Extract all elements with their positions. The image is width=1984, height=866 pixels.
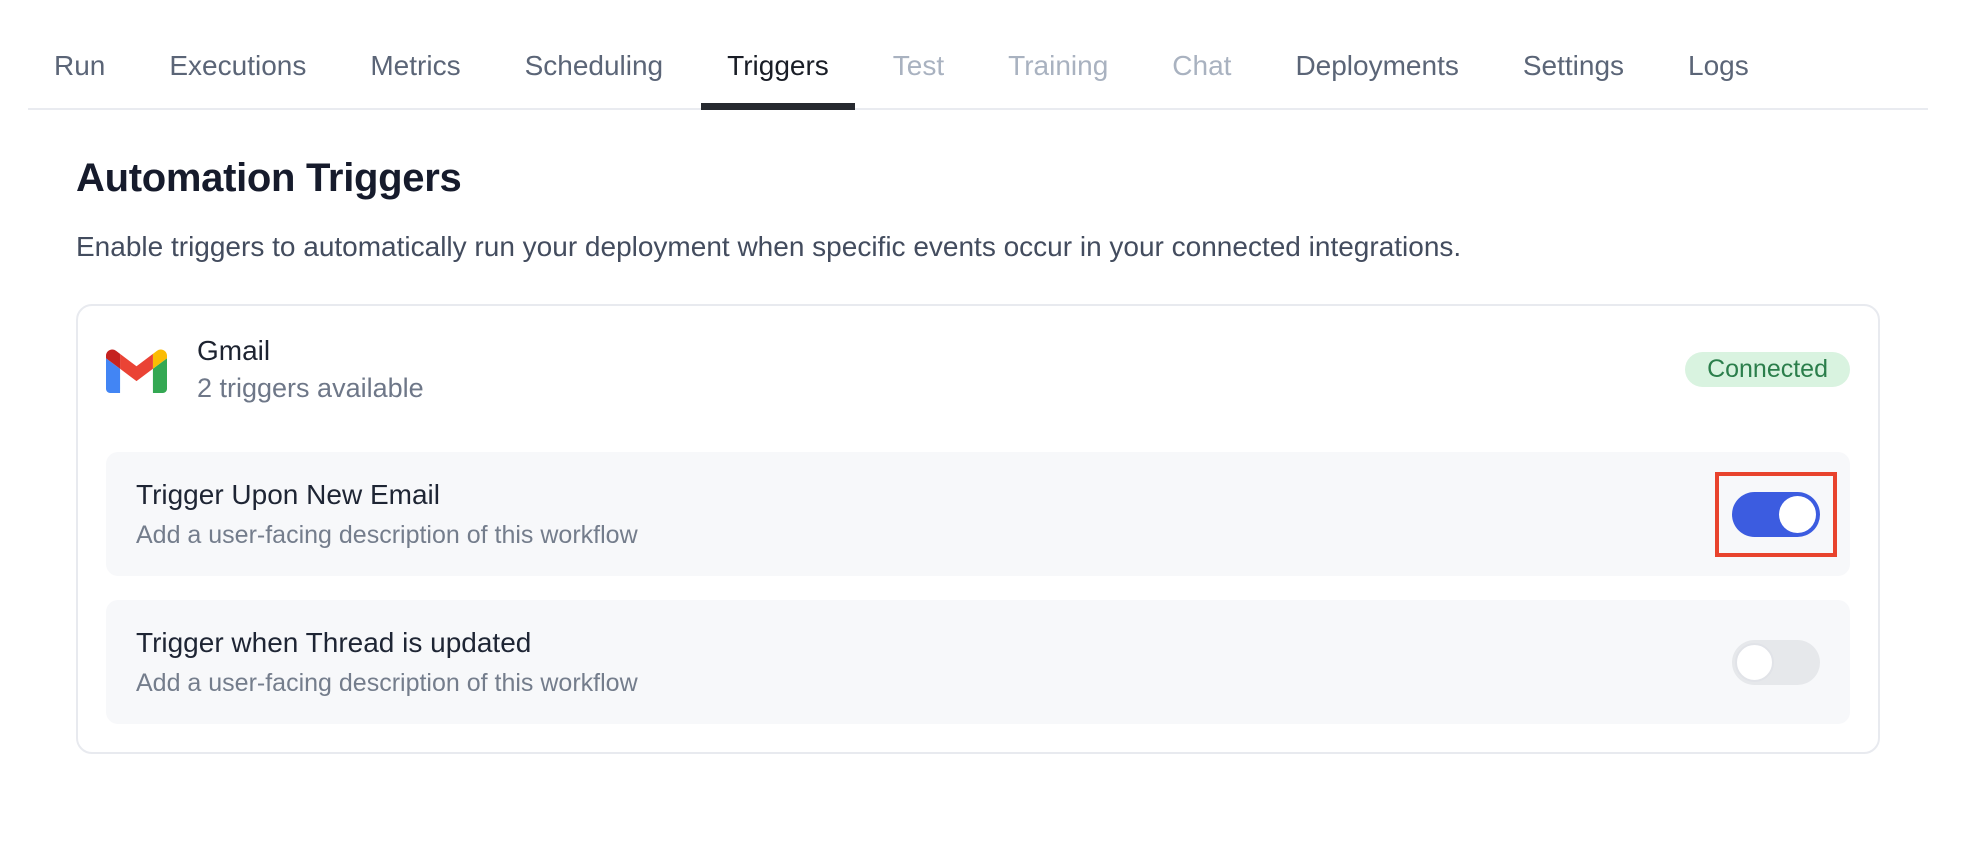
toggle-zone xyxy=(1732,492,1820,537)
toggle-zone xyxy=(1732,640,1820,685)
trigger-row: Trigger Upon New Email Add a user-facing… xyxy=(106,452,1850,576)
tab-deployments[interactable]: Deployments xyxy=(1269,50,1484,108)
tab-chat[interactable]: Chat xyxy=(1146,50,1257,108)
trigger-description: Add a user-facing description of this wo… xyxy=(136,519,638,551)
tab-executions[interactable]: Executions xyxy=(143,50,332,108)
trigger-row: Trigger when Thread is updated Add a use… xyxy=(106,600,1850,724)
tab-logs[interactable]: Logs xyxy=(1662,50,1775,108)
toggle-knob xyxy=(1735,643,1774,682)
integration-trigger-count: 2 triggers available xyxy=(197,372,424,404)
tab-label: Executions xyxy=(169,50,306,81)
trigger-list: Trigger Upon New Email Add a user-facing… xyxy=(106,452,1850,724)
connected-status-badge: Connected xyxy=(1685,352,1850,387)
tab-label: Metrics xyxy=(370,50,460,81)
tab-label: Logs xyxy=(1688,50,1749,81)
tab-label: Deployments xyxy=(1295,50,1458,81)
tab-label: Test xyxy=(893,50,944,81)
tab-run[interactable]: Run xyxy=(28,50,131,108)
page-description: Enable triggers to automatically run you… xyxy=(76,230,1880,264)
tab-metrics[interactable]: Metrics xyxy=(344,50,486,108)
trigger-info: Trigger when Thread is updated Add a use… xyxy=(136,625,638,699)
integration-name: Gmail xyxy=(197,334,424,368)
gmail-icon xyxy=(106,346,167,393)
triggers-page: Run Executions Metrics Scheduling Trigge… xyxy=(0,0,1984,866)
page-title: Automation Triggers xyxy=(76,154,1880,202)
trigger-info: Trigger Upon New Email Add a user-facing… xyxy=(136,477,638,551)
trigger-description: Add a user-facing description of this wo… xyxy=(136,667,638,699)
tab-test[interactable]: Test xyxy=(867,50,970,108)
tab-triggers[interactable]: Triggers xyxy=(701,50,855,108)
integration-title-block: Gmail 2 triggers available xyxy=(197,334,424,404)
integration-card: Gmail 2 triggers available Connected Tri… xyxy=(76,304,1880,754)
trigger-toggle-switch[interactable] xyxy=(1732,640,1820,685)
trigger-title: Trigger when Thread is updated xyxy=(136,625,638,661)
main-content: Automation Triggers Enable triggers to a… xyxy=(0,154,1984,754)
tab-label: Scheduling xyxy=(525,50,664,81)
toggle-knob xyxy=(1779,496,1816,533)
tab-label: Settings xyxy=(1523,50,1624,81)
integration-card-header: Gmail 2 triggers available Connected xyxy=(106,334,1850,404)
tab-label: Run xyxy=(54,50,105,81)
tab-label: Training xyxy=(1008,50,1108,81)
tab-bar: Run Executions Metrics Scheduling Trigge… xyxy=(28,0,1928,110)
tab-label: Chat xyxy=(1172,50,1231,81)
tab-label: Triggers xyxy=(727,50,829,81)
trigger-title: Trigger Upon New Email xyxy=(136,477,638,513)
tab-settings[interactable]: Settings xyxy=(1497,50,1650,108)
tab-scheduling[interactable]: Scheduling xyxy=(499,50,690,108)
tab-training[interactable]: Training xyxy=(982,50,1134,108)
trigger-toggle-switch[interactable] xyxy=(1732,492,1820,537)
